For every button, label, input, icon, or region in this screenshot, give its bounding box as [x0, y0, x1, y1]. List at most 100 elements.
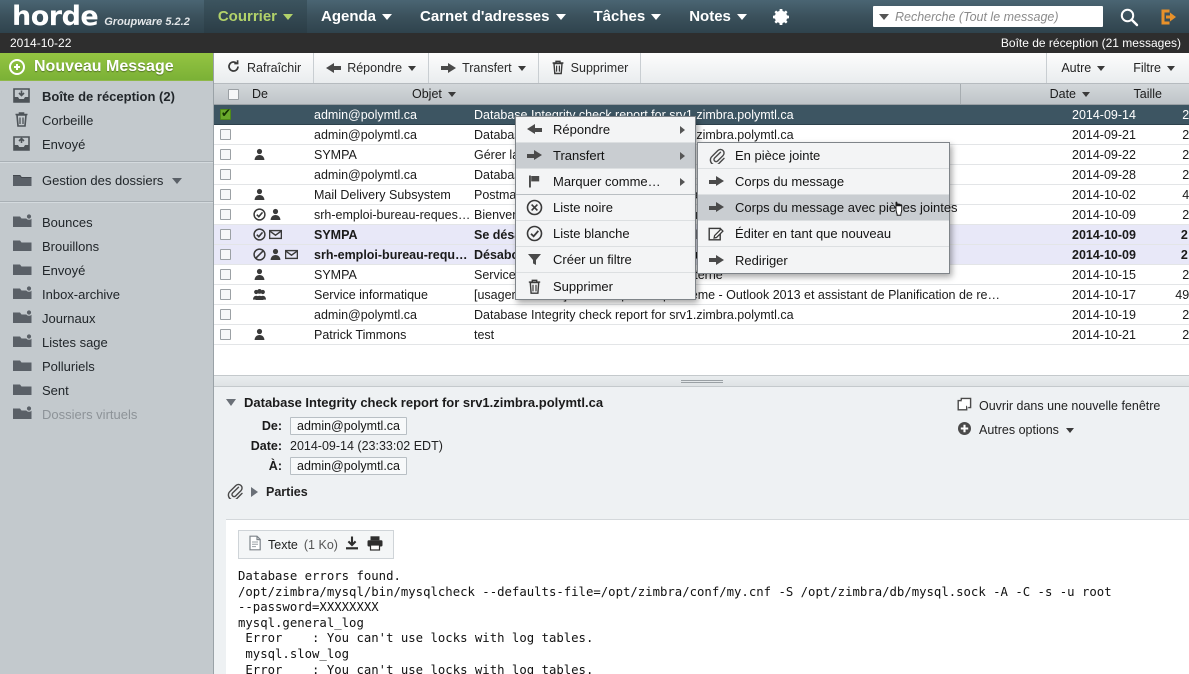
- context-menu-item[interactable]: Liste noire: [516, 195, 695, 221]
- message-checkbox[interactable]: [220, 329, 231, 340]
- reply-button[interactable]: Répondre: [314, 53, 430, 83]
- message-select-cell[interactable]: [214, 269, 252, 280]
- message-select-cell[interactable]: [214, 229, 252, 240]
- sidebar-item-listes-sage[interactable]: Listes sage: [0, 330, 213, 354]
- column-header-size[interactable]: Taille: [1100, 87, 1172, 101]
- nav-agenda[interactable]: Agenda: [307, 0, 406, 33]
- print-icon[interactable]: [366, 535, 384, 554]
- submenu-item[interactable]: Rediriger: [698, 247, 949, 273]
- expand-triangle-icon[interactable]: [251, 487, 258, 497]
- sidebar-item-dossiers-virtuels[interactable]: Dossiers virtuels: [0, 402, 213, 426]
- sidebar-item-trash[interactable]: Corbeille: [0, 108, 213, 132]
- message-select-cell[interactable]: [214, 209, 252, 220]
- message-row[interactable]: admin@polymtl.caDatabase Integrity check…: [214, 305, 1189, 325]
- download-icon[interactable]: [344, 535, 360, 554]
- message-checkbox[interactable]: [220, 189, 231, 200]
- message-select-cell[interactable]: [214, 249, 252, 260]
- search-scope-chevron-icon[interactable]: [879, 13, 889, 20]
- search-input[interactable]: Recherche (Tout le message): [895, 10, 1059, 24]
- collapse-triangle-icon[interactable]: [226, 399, 236, 406]
- message-checkbox[interactable]: [220, 106, 231, 120]
- message-checkbox[interactable]: [220, 249, 231, 260]
- message-select-cell[interactable]: [214, 189, 252, 200]
- context-menu-item[interactable]: Liste blanche: [516, 221, 695, 247]
- gear-icon[interactable]: [761, 0, 801, 33]
- message-size: 2 Ko: [1180, 227, 1189, 242]
- nav-courrier[interactable]: Courrier: [203, 0, 308, 33]
- sidebar-item-polluriels[interactable]: Polluriels: [0, 354, 213, 378]
- submenu-item[interactable]: Corps du message: [698, 169, 949, 195]
- preview-parts-row[interactable]: Parties: [226, 482, 957, 502]
- sidebar-item-journaux[interactable]: Journaux: [0, 306, 213, 330]
- message-context-menu[interactable]: Répondre Transfert Marquer comme… Liste noi…: [515, 116, 696, 300]
- message-select-cell[interactable]: [214, 329, 252, 340]
- sidebar-item-envoye[interactable]: Envoyé: [0, 258, 213, 282]
- horde-logo[interactable]: horde Groupware 5.2.2: [0, 3, 204, 30]
- message-size: 2 Ko: [1182, 107, 1189, 122]
- preview-to-value[interactable]: admin@polymtl.ca: [290, 457, 408, 475]
- sidebar-item-sent[interactable]: Envoyé: [0, 132, 213, 156]
- refresh-button[interactable]: Rafraîchir: [214, 53, 315, 83]
- submenu-item[interactable]: En pièce jointe: [698, 143, 949, 169]
- message-checkbox[interactable]: [220, 229, 231, 240]
- message-select-cell[interactable]: [214, 169, 252, 180]
- logout-icon[interactable]: [1149, 0, 1189, 33]
- filter-menu-button[interactable]: Filtre: [1119, 53, 1189, 83]
- message-checkbox[interactable]: [220, 309, 231, 320]
- more-options-button[interactable]: Autres options: [957, 421, 1177, 439]
- column-header-from[interactable]: De: [252, 87, 412, 101]
- preview-from-value[interactable]: admin@polymtl.ca: [290, 417, 408, 435]
- message-checkbox[interactable]: [220, 209, 231, 220]
- other-menu-button[interactable]: Autre: [1047, 53, 1119, 83]
- message-select-cell[interactable]: [214, 129, 252, 140]
- nav-notes[interactable]: Notes: [675, 0, 761, 33]
- compose-new-message-button[interactable]: Nouveau Message: [0, 53, 213, 81]
- message-select-cell[interactable]: [214, 149, 252, 160]
- context-menu-item[interactable]: Supprimer: [516, 273, 695, 299]
- message-date: 2014-09-14: [1072, 107, 1136, 122]
- message-part-chip[interactable]: Texte (1 Ko): [238, 530, 394, 559]
- nav-carnet-adresses[interactable]: Carnet d'adresses: [406, 0, 579, 33]
- message-row[interactable]: Service informatique [usagers-zimbra] Cor…: [214, 285, 1189, 305]
- forward-submenu[interactable]: En pièce jointe Corps du message Corps du …: [697, 142, 958, 274]
- message-checkbox[interactable]: [220, 269, 231, 280]
- sidebar-item-folder-management[interactable]: Gestion des dossiers: [0, 165, 213, 196]
- search-icon[interactable]: [1109, 0, 1149, 33]
- chevron-down-icon: [283, 13, 294, 20]
- context-menu-item[interactable]: Marquer comme…: [516, 169, 695, 195]
- message-checkbox[interactable]: [220, 169, 231, 180]
- chevron-down-icon[interactable]: [408, 65, 417, 71]
- message-row[interactable]: Patrick Timmons test 2014-10-21 2 Ko: [214, 325, 1189, 345]
- search-box[interactable]: Recherche (Tout le message): [873, 6, 1103, 27]
- chevron-down-icon[interactable]: [517, 65, 526, 71]
- pane-splitter[interactable]: [214, 375, 1189, 387]
- message-select-cell[interactable]: [214, 106, 252, 120]
- sidebar-item-inbox[interactable]: Boîte de réception (2): [0, 84, 213, 108]
- message-checkbox[interactable]: [220, 289, 231, 300]
- sidebar-item-sent-folder[interactable]: Sent: [0, 378, 213, 402]
- select-all-cell[interactable]: [214, 88, 252, 100]
- context-menu-label: Transfert: [553, 148, 605, 163]
- chevron-down-icon[interactable]: [172, 177, 183, 184]
- context-menu-item[interactable]: Transfert: [516, 143, 695, 169]
- column-header-subject[interactable]: Objet: [412, 87, 960, 101]
- message-checkbox[interactable]: [220, 149, 231, 160]
- context-menu-item[interactable]: Créer un filtre: [516, 247, 695, 273]
- open-new-window-label: Ouvrir dans une nouvelle fenêtre: [979, 399, 1161, 413]
- message-checkbox[interactable]: [220, 129, 231, 140]
- sidebar-item-brouillons[interactable]: Brouillons: [0, 234, 213, 258]
- select-all-checkbox[interactable]: [227, 88, 239, 100]
- message-select-cell[interactable]: [214, 309, 252, 320]
- message-row[interactable]: admin@polymtl.caDatabase Integrity check…: [214, 105, 1189, 125]
- message-select-cell[interactable]: [214, 289, 252, 300]
- context-menu-item[interactable]: Répondre: [516, 117, 695, 143]
- column-header-date[interactable]: Date: [960, 84, 1100, 104]
- submenu-item[interactable]: Corps du message avec pièces jointes: [698, 195, 958, 221]
- submenu-item[interactable]: Éditer en tant que nouveau: [698, 221, 949, 247]
- open-in-new-window-button[interactable]: Ouvrir dans une nouvelle fenêtre: [957, 397, 1177, 415]
- nav-taches[interactable]: Tâches: [580, 0, 676, 33]
- sidebar-item-bounces[interactable]: Bounces: [0, 210, 213, 234]
- delete-button[interactable]: Supprimer: [539, 53, 642, 83]
- forward-button[interactable]: Transfert: [429, 53, 539, 83]
- sidebar-item-inbox-archive[interactable]: Inbox-archive: [0, 282, 213, 306]
